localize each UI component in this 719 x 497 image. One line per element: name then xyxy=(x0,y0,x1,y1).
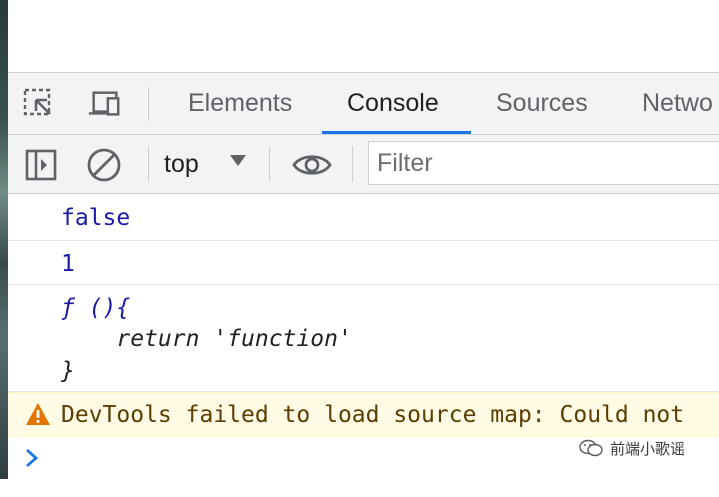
warning-icon xyxy=(26,403,50,425)
page-content-area xyxy=(8,0,719,72)
chevron-down-icon xyxy=(230,155,246,166)
console-value: false xyxy=(61,205,131,231)
toolbar-divider xyxy=(269,146,270,182)
toolbar-divider xyxy=(148,146,149,182)
function-line: return 'function' xyxy=(61,326,352,352)
sidebar-toggle-icon[interactable] xyxy=(23,147,59,183)
devtools-panel: Elements Console Sources Netwo top Filte… xyxy=(8,72,719,480)
console-message: 1 xyxy=(8,241,719,285)
console-message: false xyxy=(8,194,719,241)
device-toolbar-icon[interactable] xyxy=(88,87,122,121)
console-prompt-icon[interactable] xyxy=(23,446,41,470)
tab-console[interactable]: Console xyxy=(347,73,439,134)
function-line: ƒ (){ xyxy=(61,295,131,321)
console-toolbar: top xyxy=(8,135,719,194)
wechat-icon xyxy=(579,439,603,457)
filter-field[interactable] xyxy=(368,141,719,185)
toolbar-divider xyxy=(148,87,149,121)
tab-elements[interactable]: Elements xyxy=(188,73,292,134)
function-line: } xyxy=(61,358,75,384)
desktop-background-strip xyxy=(0,0,8,479)
filter-input[interactable] xyxy=(377,146,717,180)
context-label: top xyxy=(164,149,199,178)
active-tab-indicator xyxy=(322,131,471,134)
context-selector[interactable]: top xyxy=(164,145,252,183)
console-function-output[interactable]: ƒ (){ return 'function' } xyxy=(8,285,719,392)
devtools-tabbar: Elements Console Sources Netwo xyxy=(8,73,719,135)
tab-network[interactable]: Netwo xyxy=(642,73,713,134)
console-warning[interactable]: DevTools failed to load source map: Coul… xyxy=(8,392,719,437)
toolbar-divider xyxy=(352,146,353,182)
console-value: 1 xyxy=(61,251,75,277)
watermark-text: 前端小歌谣 xyxy=(610,439,686,458)
inspect-element-icon[interactable] xyxy=(22,87,56,121)
tab-sources[interactable]: Sources xyxy=(496,73,588,134)
warning-text: DevTools failed to load source map: Coul… xyxy=(61,402,685,428)
clear-console-icon[interactable] xyxy=(86,147,122,183)
eye-icon[interactable] xyxy=(291,147,333,183)
watermark: 前端小歌谣 xyxy=(578,437,685,459)
